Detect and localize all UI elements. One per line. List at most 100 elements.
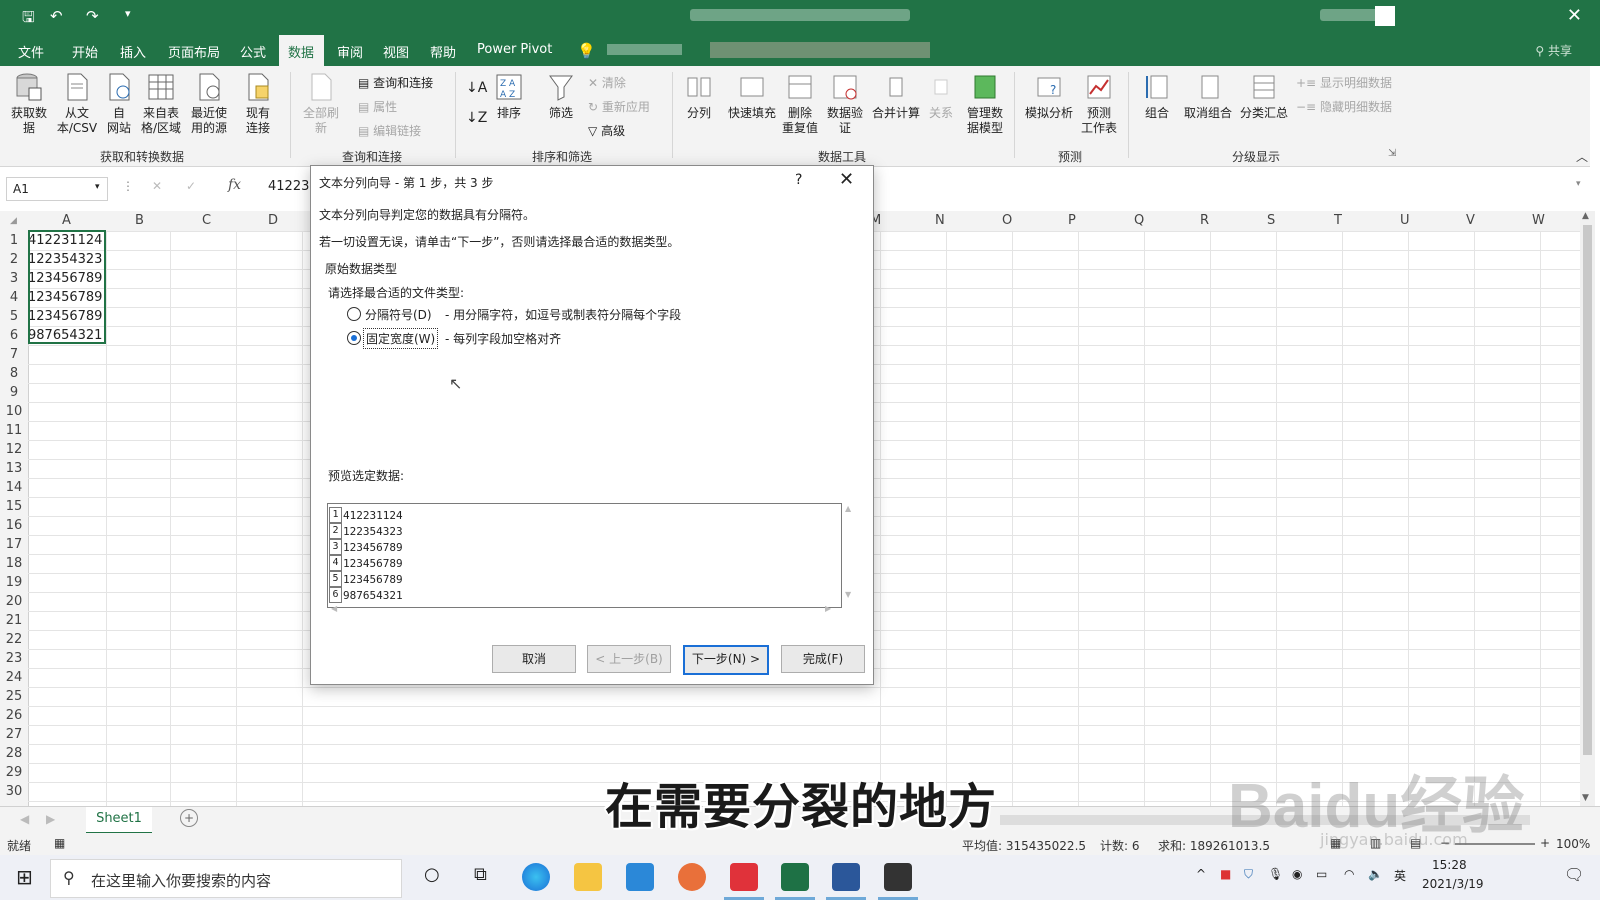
subtotal-button[interactable]: 分类汇总 (1236, 72, 1292, 121)
column-header[interactable]: S (1267, 213, 1275, 228)
word-icon[interactable] (832, 863, 860, 891)
row-header[interactable]: 25 (0, 689, 28, 704)
row-header[interactable]: 9 (0, 385, 28, 400)
column-header[interactable]: A (62, 213, 71, 228)
row-header[interactable]: 8 (0, 366, 28, 381)
mail-icon[interactable] (626, 863, 654, 891)
delimited-radio[interactable] (347, 307, 361, 321)
lightbulb-icon[interactable]: 💡 (577, 42, 596, 60)
row-header[interactable]: 23 (0, 651, 28, 666)
select-all-icon[interactable]: ◢ (10, 216, 17, 226)
flash-fill-button[interactable]: 快速填充 (724, 72, 780, 121)
save-icon[interactable]: 🖫 (22, 7, 35, 32)
tray-chevron-icon[interactable]: ^ (1196, 867, 1206, 881)
from-web-button[interactable]: 自 网站 (104, 72, 134, 136)
zoom-level[interactable]: 100% (1556, 837, 1590, 851)
column-header[interactable]: T (1334, 213, 1342, 228)
tray-app-icon[interactable]: ■ (1220, 867, 1231, 881)
column-header[interactable]: O (1002, 213, 1012, 228)
refresh-all-button[interactable]: 全部刷新 (298, 72, 344, 136)
tab-insert[interactable]: 插入 (120, 42, 146, 61)
group-button[interactable]: 组合 (1140, 72, 1174, 121)
row-header[interactable]: 14 (0, 480, 28, 495)
tab-view[interactable]: 视图 (383, 42, 409, 61)
column-header[interactable]: V (1466, 213, 1475, 228)
taskbar-search[interactable]: ⚲ 在这里输入你要搜索的内容 (50, 859, 402, 898)
delimited-label[interactable]: 分隔符号(D) (365, 306, 432, 323)
wifi-icon[interactable]: ◠ (1344, 867, 1354, 881)
fixed-width-label[interactable]: 固定宽度(W) (363, 328, 439, 349)
row-header[interactable]: 21 (0, 613, 28, 628)
row-header[interactable]: 4 (0, 290, 28, 305)
cortana-icon[interactable]: ○ (424, 864, 440, 885)
edit-links-button[interactable]: ▤ 编辑链接 (358, 122, 421, 139)
tab-file[interactable]: 文件 (18, 42, 44, 61)
preview-scroll-right-icon[interactable]: ▶ (825, 604, 831, 613)
properties-button[interactable]: ▤ 属性 (358, 98, 397, 115)
row-header[interactable]: 5 (0, 309, 28, 324)
scroll-down-icon[interactable]: ▼ (1582, 793, 1589, 803)
row-header[interactable]: 18 (0, 556, 28, 571)
filter-button[interactable]: 筛选 (544, 72, 578, 121)
column-header[interactable]: B (135, 213, 144, 228)
security-shield-icon[interactable]: ⛉ (1244, 867, 1253, 882)
row-header[interactable]: 7 (0, 347, 28, 362)
remove-duplicates-button[interactable]: 删除 重复值 (778, 72, 822, 136)
relationships-button[interactable]: 关系 (926, 72, 956, 121)
prev-sheet-icon[interactable]: ◀ (20, 812, 29, 826)
video-recorder-icon[interactable] (884, 863, 912, 891)
cancel-button[interactable]: 取消 (492, 645, 576, 673)
row-header[interactable]: 17 (0, 537, 28, 552)
show-detail-button[interactable]: +≡ 显示明细数据 (1296, 74, 1392, 91)
row-header[interactable]: 13 (0, 461, 28, 476)
preview-scroll-up-icon[interactable]: ▲ (845, 504, 851, 513)
existing-connections-button[interactable]: 现有 连接 (240, 72, 276, 136)
finish-button[interactable]: 完成(F) (781, 645, 865, 673)
column-header[interactable]: N (935, 213, 945, 228)
column-header[interactable]: D (268, 213, 278, 228)
get-data-button[interactable]: 获取数 据 (8, 72, 50, 136)
fixed-width-radio[interactable] (347, 331, 361, 345)
reapply-button[interactable]: ↻ 重新应用 (588, 98, 650, 115)
insert-function-icon[interactable]: fx (228, 177, 241, 193)
row-header[interactable]: 6 (0, 328, 28, 343)
row-header[interactable]: 27 (0, 727, 28, 742)
row-header[interactable]: 29 (0, 765, 28, 780)
more-options-icon[interactable]: ⋮ (122, 179, 134, 193)
dialog-launcher-icon[interactable]: ⇲ (1388, 148, 1396, 159)
vertical-scrollbar[interactable]: ▲ ▼ (1580, 211, 1595, 806)
confirm-entry-icon[interactable]: ✓ (186, 179, 196, 193)
scroll-up-icon[interactable]: ▲ (1582, 211, 1589, 221)
column-header[interactable]: U (1400, 213, 1410, 228)
windows-start-icon[interactable]: ⊞ (16, 865, 33, 889)
row-header[interactable]: 3 (0, 271, 28, 286)
netease-music-icon[interactable] (730, 863, 758, 891)
row-header[interactable]: 1 (0, 233, 28, 248)
column-header[interactable]: Q (1134, 213, 1144, 228)
task-view-icon[interactable]: ⧉ (474, 864, 487, 885)
clock-time[interactable]: 15:28 (1432, 858, 1467, 872)
data-validation-button[interactable]: 数据验 证 (824, 72, 866, 136)
collapse-ribbon-icon[interactable]: ︿ (1576, 148, 1588, 165)
row-header[interactable]: 19 (0, 575, 28, 590)
from-table-button[interactable]: 来自表 格/区域 (138, 72, 184, 136)
row-header[interactable]: 26 (0, 708, 28, 723)
column-header[interactable]: R (1200, 213, 1209, 228)
qq-icon[interactable]: ◉ (1292, 867, 1302, 881)
row-header[interactable]: 15 (0, 499, 28, 514)
back-button[interactable]: < 上一步(B) (587, 645, 671, 673)
cancel-entry-icon[interactable]: ✕ (152, 179, 162, 193)
row-header[interactable]: 10 (0, 404, 28, 419)
undo-icon[interactable]: ↶ (50, 7, 63, 25)
row-header[interactable]: 30 (0, 784, 28, 799)
scroll-thumb[interactable] (1583, 225, 1592, 755)
expand-formula-icon[interactable]: ▾ (1576, 179, 1581, 189)
file-explorer-icon[interactable] (574, 863, 602, 891)
row-header[interactable]: 12 (0, 442, 28, 457)
preview-scroll-down-icon[interactable]: ▼ (845, 590, 851, 599)
next-sheet-icon[interactable]: ▶ (46, 812, 55, 826)
microphone-icon[interactable]: 🎙 (1268, 867, 1283, 881)
zoom-in-icon[interactable]: + (1540, 836, 1550, 850)
add-sheet-icon[interactable]: + (180, 809, 198, 827)
forecast-sheet-button[interactable]: 预测 工作表 (1078, 72, 1120, 136)
